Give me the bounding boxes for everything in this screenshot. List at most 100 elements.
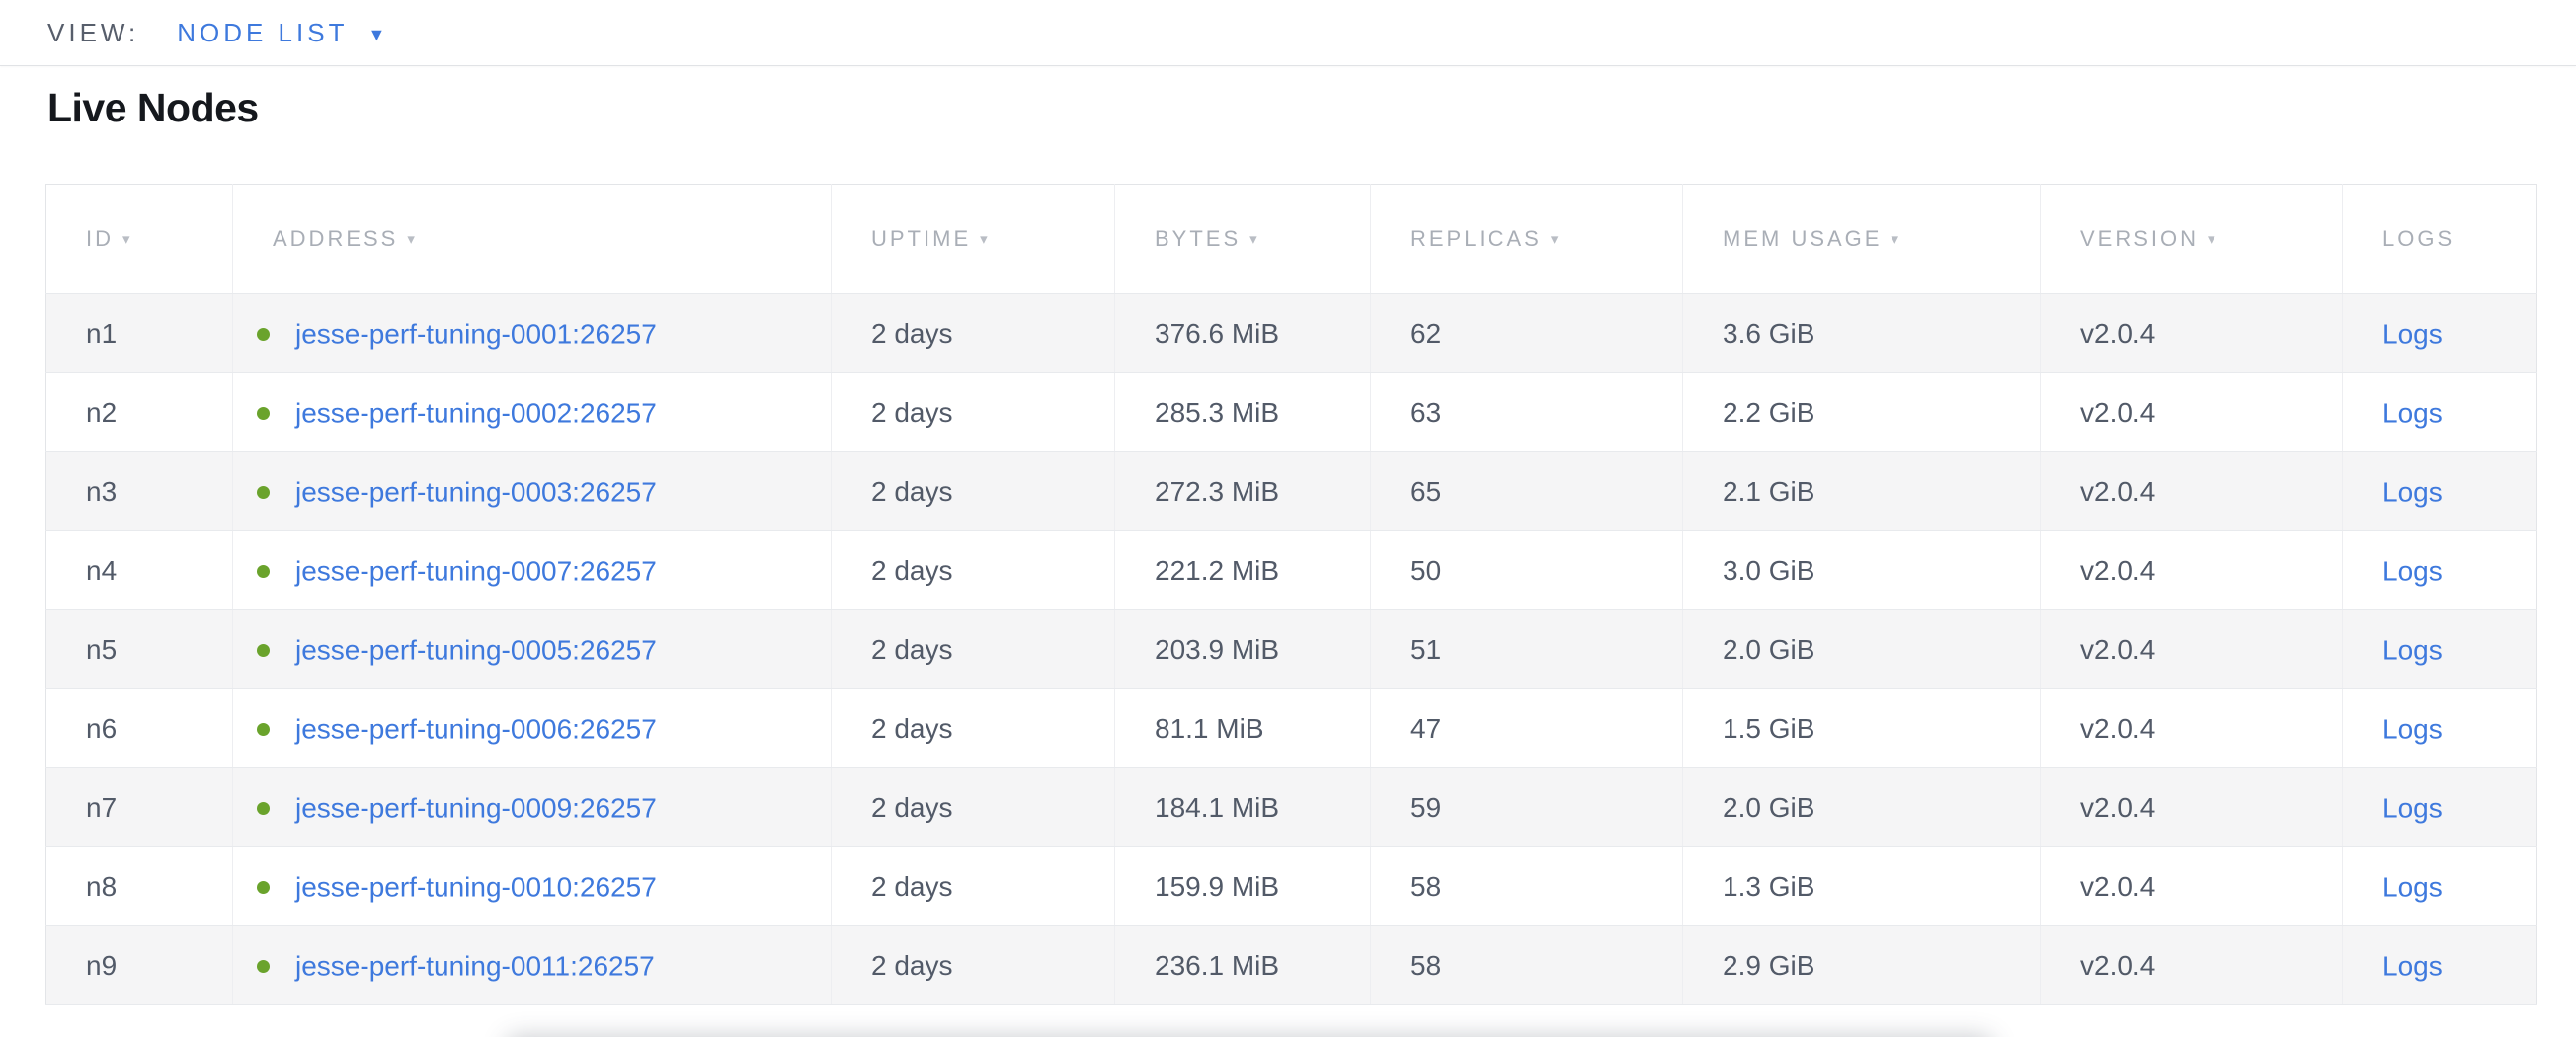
table-row: n5 jesse-perf-tuning-0005:26257 2 days 2… bbox=[46, 610, 2537, 689]
replicas-cell: 47 bbox=[1371, 689, 1683, 768]
bytes-cell: 236.1 MiB bbox=[1115, 926, 1371, 1005]
uptime-cell: 2 days bbox=[832, 610, 1115, 689]
caret-down-icon: ▼ bbox=[367, 26, 389, 43]
column-header-address[interactable]: ADDRESS▾ bbox=[233, 185, 832, 294]
live-status-dot-icon bbox=[257, 881, 270, 894]
column-header-label: LOGS bbox=[2382, 226, 2455, 251]
node-address-link[interactable]: jesse-perf-tuning-0010:26257 bbox=[295, 871, 657, 902]
live-status-dot-icon bbox=[257, 407, 270, 420]
version-cell: v2.0.4 bbox=[2041, 373, 2343, 452]
node-address-cell: jesse-perf-tuning-0011:26257 bbox=[233, 926, 832, 1005]
replicas-cell: 59 bbox=[1371, 768, 1683, 847]
node-address-cell: jesse-perf-tuning-0001:26257 bbox=[233, 294, 832, 373]
page: VIEW: NODE LIST ▼ Live Nodes ID▾ ADDRESS… bbox=[0, 0, 2576, 1037]
logs-cell: Logs bbox=[2343, 294, 2537, 373]
logs-link[interactable]: Logs bbox=[2382, 397, 2443, 428]
node-address-cell: jesse-perf-tuning-0003:26257 bbox=[233, 452, 832, 531]
uptime-cell: 2 days bbox=[832, 294, 1115, 373]
logs-link[interactable]: Logs bbox=[2382, 555, 2443, 586]
table-row: n1 jesse-perf-tuning-0001:26257 2 days 3… bbox=[46, 294, 2537, 373]
replicas-cell: 62 bbox=[1371, 294, 1683, 373]
logs-link[interactable]: Logs bbox=[2382, 950, 2443, 981]
replicas-cell: 51 bbox=[1371, 610, 1683, 689]
mem-usage-cell: 3.0 GiB bbox=[1683, 531, 2041, 610]
view-label: VIEW: bbox=[47, 18, 139, 48]
bytes-cell: 203.9 MiB bbox=[1115, 610, 1371, 689]
logs-link[interactable]: Logs bbox=[2382, 318, 2443, 349]
live-status-dot-icon bbox=[257, 723, 270, 736]
table-row: n8 jesse-perf-tuning-0010:26257 2 days 1… bbox=[46, 847, 2537, 926]
node-id-cell: n2 bbox=[46, 373, 233, 452]
logs-cell: Logs bbox=[2343, 847, 2537, 926]
mem-usage-cell: 2.2 GiB bbox=[1683, 373, 2041, 452]
live-nodes-table: ID▾ ADDRESS▾ UPTIME▾ BYTES▾ REPLICAS▾ ME… bbox=[45, 184, 2536, 1005]
logs-link[interactable]: Logs bbox=[2382, 476, 2443, 507]
uptime-cell: 2 days bbox=[832, 768, 1115, 847]
logs-cell: Logs bbox=[2343, 768, 2537, 847]
logs-cell: Logs bbox=[2343, 373, 2537, 452]
node-id-cell: n6 bbox=[46, 689, 233, 768]
node-id-cell: n3 bbox=[46, 452, 233, 531]
node-address-link[interactable]: jesse-perf-tuning-0002:26257 bbox=[295, 397, 657, 428]
bytes-cell: 81.1 MiB bbox=[1115, 689, 1371, 768]
logs-link[interactable]: Logs bbox=[2382, 792, 2443, 823]
column-header-version[interactable]: VERSION▾ bbox=[2041, 185, 2343, 294]
column-header-mem_usage[interactable]: MEM USAGE▾ bbox=[1683, 185, 2041, 294]
node-id-cell: n9 bbox=[46, 926, 233, 1005]
live-status-dot-icon bbox=[257, 802, 270, 815]
uptime-cell: 2 days bbox=[832, 452, 1115, 531]
node-address-link[interactable]: jesse-perf-tuning-0009:26257 bbox=[295, 792, 657, 823]
replicas-cell: 58 bbox=[1371, 847, 1683, 926]
table-body: n1 jesse-perf-tuning-0001:26257 2 days 3… bbox=[46, 294, 2537, 1005]
logs-link[interactable]: Logs bbox=[2382, 871, 2443, 902]
table-row: n7 jesse-perf-tuning-0009:26257 2 days 1… bbox=[46, 768, 2537, 847]
table-row: n2 jesse-perf-tuning-0002:26257 2 days 2… bbox=[46, 373, 2537, 452]
column-header-label: REPLICAS bbox=[1410, 226, 1542, 251]
view-bar: VIEW: NODE LIST ▼ bbox=[0, 0, 2576, 66]
node-address-cell: jesse-perf-tuning-0009:26257 bbox=[233, 768, 832, 847]
replicas-cell: 50 bbox=[1371, 531, 1683, 610]
mem-usage-cell: 1.3 GiB bbox=[1683, 847, 2041, 926]
node-address-link[interactable]: jesse-perf-tuning-0011:26257 bbox=[295, 950, 655, 981]
node-list-table: ID▾ ADDRESS▾ UPTIME▾ BYTES▾ REPLICAS▾ ME… bbox=[45, 184, 2537, 1005]
uptime-cell: 2 days bbox=[832, 926, 1115, 1005]
node-address-link[interactable]: jesse-perf-tuning-0003:26257 bbox=[295, 476, 657, 507]
column-header-uptime[interactable]: UPTIME▾ bbox=[832, 185, 1115, 294]
version-cell: v2.0.4 bbox=[2041, 847, 2343, 926]
logs-link[interactable]: Logs bbox=[2382, 634, 2443, 665]
logs-cell: Logs bbox=[2343, 926, 2537, 1005]
logs-link[interactable]: Logs bbox=[2382, 713, 2443, 744]
node-id-cell: n1 bbox=[46, 294, 233, 373]
bytes-cell: 184.1 MiB bbox=[1115, 768, 1371, 847]
logs-cell: Logs bbox=[2343, 531, 2537, 610]
node-address-link[interactable]: jesse-perf-tuning-0001:26257 bbox=[295, 318, 657, 349]
live-status-dot-icon bbox=[257, 486, 270, 499]
node-address-link[interactable]: jesse-perf-tuning-0005:26257 bbox=[295, 634, 657, 665]
live-status-dot-icon bbox=[257, 960, 270, 973]
column-header-logs[interactable]: LOGS bbox=[2343, 185, 2537, 294]
node-id-cell: n7 bbox=[46, 768, 233, 847]
column-header-replicas[interactable]: REPLICAS▾ bbox=[1371, 185, 1683, 294]
column-header-id[interactable]: ID▾ bbox=[46, 185, 233, 294]
replicas-cell: 65 bbox=[1371, 452, 1683, 531]
mem-usage-cell: 2.1 GiB bbox=[1683, 452, 2041, 531]
table-row: n9 jesse-perf-tuning-0011:26257 2 days 2… bbox=[46, 926, 2537, 1005]
uptime-cell: 2 days bbox=[832, 689, 1115, 768]
node-id-cell: n4 bbox=[46, 531, 233, 610]
version-cell: v2.0.4 bbox=[2041, 531, 2343, 610]
node-address-link[interactable]: jesse-perf-tuning-0006:26257 bbox=[295, 713, 657, 744]
node-address-cell: jesse-perf-tuning-0010:26257 bbox=[233, 847, 832, 926]
mem-usage-cell: 2.9 GiB bbox=[1683, 926, 2041, 1005]
replicas-cell: 63 bbox=[1371, 373, 1683, 452]
view-selector-dropdown[interactable]: NODE LIST ▼ bbox=[177, 18, 389, 48]
node-address-cell: jesse-perf-tuning-0007:26257 bbox=[233, 531, 832, 610]
bytes-cell: 272.3 MiB bbox=[1115, 452, 1371, 531]
version-cell: v2.0.4 bbox=[2041, 294, 2343, 373]
sort-caret-icon: ▾ bbox=[1249, 231, 1260, 248]
column-header-bytes[interactable]: BYTES▾ bbox=[1115, 185, 1371, 294]
version-cell: v2.0.4 bbox=[2041, 926, 2343, 1005]
page-title: Live Nodes bbox=[47, 85, 259, 131]
logs-cell: Logs bbox=[2343, 452, 2537, 531]
node-address-link[interactable]: jesse-perf-tuning-0007:26257 bbox=[295, 555, 657, 586]
mem-usage-cell: 2.0 GiB bbox=[1683, 768, 2041, 847]
